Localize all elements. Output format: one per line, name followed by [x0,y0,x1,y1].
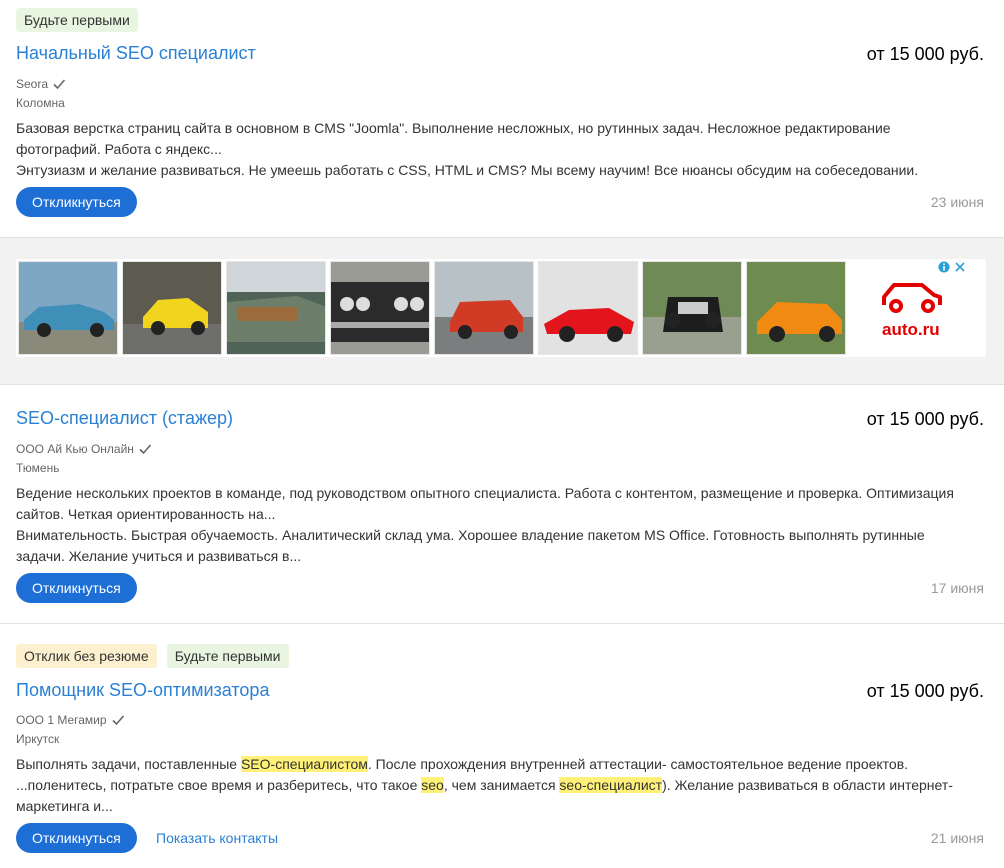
description-line: Энтузиазм и желание развиваться. Не умее… [16,162,919,178]
description-line: задачи. Желание учиться и развиваться в.… [16,548,302,564]
vacancy-salary: от 15 000 руб. [866,681,984,701]
vacancy-1-badges: Будьте первыми [16,8,138,32]
vacancy-date: 23 июня [930,194,984,210]
info-icon[interactable] [938,261,950,273]
vacancy-description: Ведение нескольких проектов в команде, п… [16,483,986,567]
vacancy-company[interactable]: ООО Ай Кью Онлайн [16,442,152,456]
badge-no-resume: Отклик без резюме [16,644,157,668]
highlight: seo [421,777,444,793]
ad-brand: auto.ru [882,320,940,339]
company-name[interactable]: ООО 1 Мегамир [16,713,107,727]
ad-image-blue-retro-car[interactable] [18,261,118,355]
ad-image-yellow-sports-car[interactable] [122,261,222,355]
ad-image-orange-lamborghini[interactable] [746,261,846,355]
description-line: Выполнять задачи, поставленные SEO-специ… [16,754,986,775]
respond-button[interactable]: Откликнуться [16,187,137,217]
divider [0,384,1004,385]
vacancy-description: Базовая верстка страниц сайта в основном… [16,118,986,181]
vacancy-city: Тюмень [16,461,60,475]
badge-be-first: Будьте первыми [166,644,289,668]
divider [0,623,1004,624]
verified-check-icon [53,79,66,90]
text: , чем занимается [443,777,560,793]
description-line: Внимательность. Быстрая обучаемость. Ана… [16,527,925,543]
description-line: ...поленитесь, потратьте свое время и ра… [16,775,986,796]
ad-container[interactable]: auto.ru [16,259,986,357]
ad-image-red-hatchback[interactable] [434,261,534,355]
ad-controls [938,261,966,273]
vacancy-description: Выполнять задачи, поставленные SEO-специ… [16,754,986,817]
highlight: специалистом [275,756,368,772]
description-line: маркетинга и... [16,798,113,814]
vacancy-3-badges: Отклик без резюме Будьте первыми [16,644,289,668]
vacancy-title[interactable]: SEO-специалист (стажер) [16,408,233,429]
ad-image-rusty-green-car[interactable] [226,261,326,355]
vacancy-title[interactable]: Помощник SEO-оптимизатора [16,680,269,701]
highlight: SEO [240,756,271,772]
text: ). Желание развиваться в области интерне… [662,777,953,793]
description-line: Базовая верстка страниц сайта в основном… [16,120,891,136]
verified-check-icon [111,715,124,726]
badge-be-first: Будьте первыми [16,8,138,32]
vacancy-company[interactable]: Seora [16,77,66,91]
auto-ru-logo[interactable]: auto.ru [876,279,956,339]
show-contacts-link[interactable]: Показать контакты [156,830,278,846]
ad-image-black-vintage-car[interactable] [642,261,742,355]
vacancy-salary: от 15 000 руб. [866,409,984,429]
highlight: seo [559,777,582,793]
highlight: специалист [586,777,663,793]
car-logo-icon [882,283,942,313]
description-line: Ведение нескольких проектов в команде, п… [16,485,954,501]
vacancy-city: Иркутск [16,732,60,746]
text: Выполнять задачи, поставленные [16,756,241,772]
company-name[interactable]: Seora [16,77,48,91]
vacancy-city: Коломна [16,96,65,110]
vacancy-salary: от 15 000 руб. [866,44,984,64]
respond-button[interactable]: Откликнуться [16,823,137,853]
company-name[interactable]: ООО Ай Кью Онлайн [16,442,134,456]
verified-check-icon [139,444,152,455]
text: . После прохождения внутренней аттестаци… [367,756,909,772]
respond-button[interactable]: Откликнуться [16,573,137,603]
highlight: - [582,777,587,793]
close-icon[interactable] [954,261,966,273]
ad-image-black-classic-car[interactable] [330,261,430,355]
text: ...поленитесь, потратьте свое время и ра… [16,777,422,793]
description-line: фотографий. Работа с яндекс... [16,141,222,157]
vacancy-title[interactable]: Начальный SEO специалист [16,43,256,64]
vacancy-date: 21 июня [930,830,984,846]
vacancy-company[interactable]: ООО 1 Мегамир [16,713,125,727]
description-line: сайтов. Четкая ориентированность на... [16,506,276,522]
ad-image-red-ferrari[interactable] [538,261,638,355]
ad-banner: auto.ru [0,238,1004,384]
vacancy-date: 17 июня [930,580,984,596]
